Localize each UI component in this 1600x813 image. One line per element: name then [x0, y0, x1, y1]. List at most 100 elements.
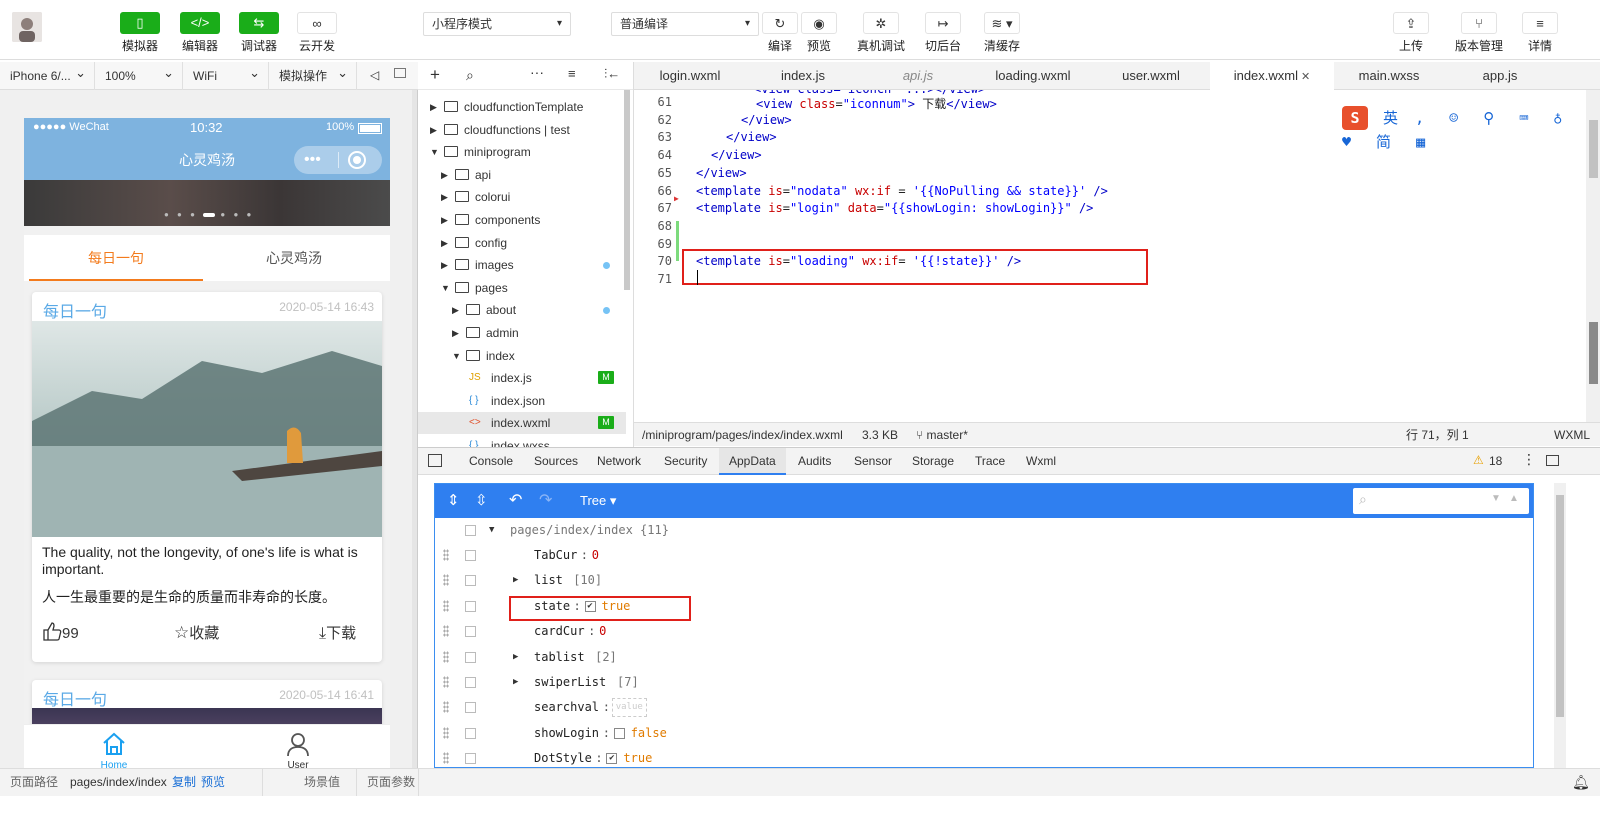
device-select[interactable]: iPhone 6/... — [0, 59, 95, 90]
drag-handle-icon[interactable] — [443, 701, 449, 714]
network-select[interactable]: WiFi — [183, 59, 269, 90]
appdata-row[interactable]: ▶ tablist [2] — [435, 645, 1533, 670]
redo-icon[interactable]: ↷ — [539, 490, 552, 510]
devtools-tab[interactable]: Sensor — [854, 448, 892, 475]
toolbar-action-2[interactable]: ✲ 真机调试 — [856, 12, 906, 54]
toolbar-action-1[interactable]: ◉ 预览 — [799, 12, 839, 54]
data-value[interactable]: true — [623, 746, 652, 767]
editor-tab[interactable]: login.wxml — [634, 62, 746, 90]
tree-item[interactable]: ▶ images — [418, 254, 626, 276]
chevron-down-icon[interactable]: ▼ — [430, 141, 439, 163]
close-circle-icon[interactable] — [348, 151, 366, 169]
devtools-tab[interactable]: Sources — [534, 448, 578, 475]
data-value[interactable]: 0 — [599, 619, 606, 644]
appdata-row[interactable]: ▶ list [10] — [435, 568, 1533, 593]
volume-icon[interactable]: ◁ — [370, 68, 379, 82]
tab-soup[interactable]: 心灵鸡汤 — [207, 235, 381, 281]
tree-item[interactable]: ▶ cloudfunctions | test — [418, 119, 626, 141]
more-vertical-icon[interactable]: ⋮ — [1522, 451, 1536, 468]
toolbar-right-0[interactable]: ⇪ 上传 — [1391, 12, 1431, 54]
tree-item[interactable]: <> index.wxml M — [418, 412, 626, 435]
devtools-scroll-thumb[interactable] — [1556, 495, 1564, 717]
value-checkbox[interactable] — [613, 727, 625, 739]
search-down-icon[interactable]: ▼ — [1491, 493, 1501, 504]
drag-handle-icon[interactable] — [443, 574, 449, 587]
scene-value[interactable]: 场景值 — [304, 769, 340, 796]
tree-item[interactable]: ▶ about — [418, 299, 626, 321]
data-value[interactable]: false — [631, 721, 667, 746]
row-checkbox[interactable] — [465, 525, 476, 536]
tree-item[interactable]: { } index.wxss — [418, 435, 626, 447]
drag-handle-icon[interactable] — [443, 752, 449, 765]
tree-item[interactable]: ▶ colorui — [418, 186, 626, 208]
more-icon[interactable]: ··· — [530, 64, 544, 80]
view-mode-select[interactable]: Tree ▾ — [580, 493, 616, 509]
copy-link[interactable]: 复制 — [172, 769, 196, 796]
window-icon[interactable] — [394, 68, 406, 78]
ime-toolbar[interactable]: S 英 , ☺ ⚲ ⌨ ♁ ♥ 简 ▦ — [1342, 106, 1598, 151]
devtools-tab[interactable]: Trace — [975, 448, 1005, 475]
explorer-scrollbar[interactable] — [624, 90, 630, 290]
tree-item[interactable]: ▶ admin — [418, 322, 626, 344]
mode-select[interactable]: 小程序模式 — [423, 12, 571, 36]
expand-all-icon[interactable]: ⇕ — [447, 491, 460, 509]
chevron-right-icon[interactable]: ▶ — [430, 96, 437, 118]
tabbar-user[interactable]: User — [278, 731, 318, 771]
devtools-tab[interactable]: Console — [469, 448, 513, 475]
chevron-right-icon[interactable]: ▶ — [430, 119, 437, 141]
editor-tab[interactable]: index.js — [746, 62, 860, 90]
toolbar-action-0[interactable]: ↻ 编译 — [760, 12, 800, 54]
devtools-tab[interactable]: Network — [597, 448, 641, 475]
tree-item[interactable]: ▶ cloudfunctionTemplate — [418, 96, 626, 118]
value-input[interactable]: value — [611, 698, 647, 718]
close-icon[interactable]: ✕ — [1298, 71, 1310, 83]
appdata-search[interactable]: ⌕ ▼ ▲ — [1353, 488, 1529, 514]
tree-item[interactable]: ▶ components — [418, 209, 626, 231]
row-checkbox[interactable] — [465, 651, 476, 663]
chevron-right-icon[interactable]: ▶ — [441, 254, 448, 276]
chevron-right-icon[interactable]: ▶ — [441, 186, 448, 208]
drag-handle-icon[interactable] — [443, 549, 449, 561]
appdata-row[interactable]: ▶ swiperList [7] — [435, 670, 1533, 695]
search-icon[interactable]: ⌕ — [466, 67, 474, 84]
chevron-down-icon[interactable]: ▼ — [441, 277, 450, 299]
row-checkbox[interactable] — [465, 677, 476, 688]
chevron-right-icon[interactable]: ▶ — [452, 322, 459, 344]
row-checkbox[interactable] — [465, 727, 476, 739]
row-checkbox[interactable] — [465, 600, 476, 612]
devtools-tab[interactable]: Storage — [912, 448, 954, 475]
editor-tab[interactable]: loading.wxml — [974, 62, 1092, 90]
expand-arrow-icon[interactable]: ▶ — [513, 568, 518, 593]
tree-item[interactable]: ▼ pages — [418, 277, 626, 299]
tree-item[interactable]: ▶ api — [418, 164, 626, 186]
git-branch[interactable]: ⑂ master* — [916, 423, 968, 447]
appdata-row[interactable]: cardCur:0 — [435, 619, 1533, 644]
editor-tab[interactable]: user.wxml — [1092, 62, 1210, 90]
add-icon[interactable]: + — [430, 65, 440, 85]
chevron-right-icon[interactable]: ▶ — [441, 232, 448, 254]
appdata-row[interactable]: DotStyle: ✔ true — [435, 746, 1533, 767]
inspect-icon[interactable] — [428, 454, 442, 467]
tree-item[interactable]: ▼ index — [418, 345, 626, 367]
operation-select[interactable]: 模拟操作 — [269, 59, 357, 90]
zoom-select[interactable]: 100% — [95, 59, 183, 90]
editor-scroll-thumb-2[interactable] — [1589, 322, 1598, 384]
appdata-row[interactable]: showLogin: false — [435, 721, 1533, 746]
undo-icon[interactable]: ↶ — [509, 490, 522, 510]
collapse-arrow-icon[interactable]: ▼ — [489, 518, 494, 543]
preview-link[interactable]: 预览 — [201, 769, 225, 796]
language-mode[interactable]: WXML — [1554, 423, 1590, 447]
tree-item[interactable]: { } index.json — [418, 390, 626, 412]
sort-icon[interactable]: ≡ — [568, 66, 576, 81]
editor-tab[interactable]: main.wxss — [1334, 62, 1444, 90]
warning-count[interactable]: 18 — [1489, 454, 1502, 468]
appdata-root-row[interactable]: ▼ pages/index/index {11} — [435, 518, 1533, 543]
toolbar-button-3[interactable]: ∞ 云开发 — [297, 12, 337, 54]
compile-select[interactable]: 普通编译 — [611, 12, 759, 36]
card-image[interactable] — [32, 321, 382, 537]
dock-icon[interactable] — [1546, 455, 1559, 466]
avatar[interactable] — [12, 12, 42, 42]
devtools-tab[interactable]: Wxml — [1026, 448, 1056, 475]
devtools-tab[interactable]: AppData — [719, 448, 786, 475]
expand-arrow-icon[interactable]: ▶ — [513, 670, 518, 695]
